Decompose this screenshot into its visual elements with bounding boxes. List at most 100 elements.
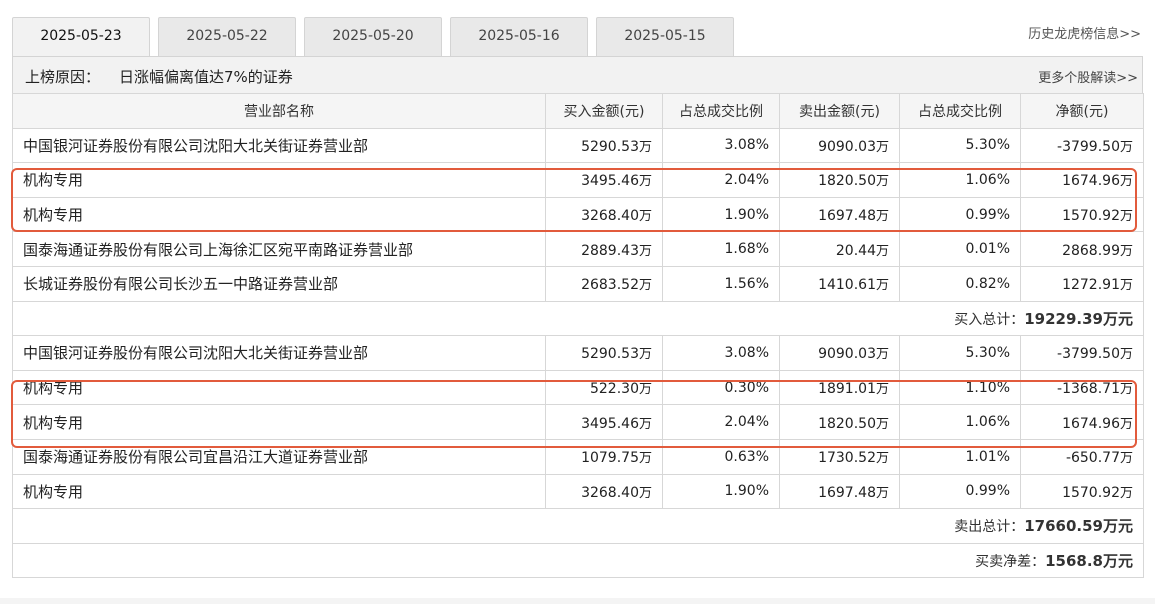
sell-amount-value: 1697.48 — [818, 484, 876, 501]
sell-pct: 0.99% — [899, 473, 1021, 510]
table-row[interactable]: 机构专用 3495.46万 2.04% 1820.50万 1.06% 1674.96万 — [12, 162, 1144, 198]
sell-pct-value: 5.30% — [965, 137, 1010, 154]
sell-pct-value: 1.06% — [965, 414, 1010, 431]
sell-pct-value: 1.01% — [965, 448, 1010, 465]
tab-2025-05-15[interactable]: 2025-05-15 — [596, 17, 734, 56]
buy-amount-value: 3268.40 — [581, 208, 639, 225]
broker-name-value: 机构专用 — [23, 482, 84, 501]
broker-name: 中国银河证券股份有限公司沈阳大北关街证券营业部 — [12, 335, 546, 371]
table-row[interactable]: 中国银河证券股份有限公司沈阳大北关街证券营业部 5290.53万 3.08% 9090… — [12, 335, 1144, 371]
buy-amount-value: 522.30 — [589, 381, 639, 398]
net-amount: 1674.96万 — [1020, 162, 1144, 198]
col-header-sell: 卖出金额(元) — [779, 93, 900, 129]
net-amount-value: -1368.71 — [1057, 381, 1120, 398]
sell-total-row-value: 17660.59 — [1024, 517, 1103, 536]
buy-amount-value: 3495.46 — [581, 415, 639, 432]
buy-total-row-value: 19229.39 — [1024, 309, 1103, 328]
history-link[interactable]: 历史龙虎榜信息>> — [1028, 23, 1141, 42]
net-amount-unit: 万 — [1119, 485, 1133, 501]
tab-2025-05-20[interactable]: 2025-05-20 — [304, 17, 442, 56]
buy-amount: 2683.52万 — [545, 265, 663, 302]
buy-amount-unit: 万 — [638, 382, 652, 398]
net-amount: 1570.92万 — [1020, 196, 1144, 233]
table-header: 营业部名称 买入金额(元) 占总成交比例 卖出金额(元) 占总成交比例 净额(元… — [12, 93, 1144, 129]
tab-2025-05-16[interactable]: 2025-05-16 — [450, 17, 588, 56]
col-header-sell-pct: 占总成交比例 — [899, 93, 1021, 129]
broker-name: 国泰海通证券股份有限公司宜昌沿江大道证券营业部 — [12, 438, 546, 475]
net-total-row-value: 1568.8 — [1045, 552, 1103, 571]
table-row[interactable]: 长城证券股份有限公司长沙五一中路证券营业部 2683.52万 1.56% 1410.6… — [12, 265, 1144, 302]
sell-amount-value: 1697.48 — [818, 208, 876, 225]
table-row[interactable]: 中国银河证券股份有限公司沈阳大北关街证券营业部 5290.53万 3.08% 9090… — [12, 127, 1144, 164]
sell-total-row: 卖出总计：17660.59万元 — [12, 508, 1144, 544]
buy-amount-unit: 万 — [638, 451, 652, 467]
net-amount-unit: 万 — [1119, 382, 1133, 398]
sell-pct: 0.01% — [899, 231, 1021, 267]
sell-pct-value: 1.10% — [965, 379, 1010, 396]
reason-bar: 上榜原因： 日涨幅偏离值达7%的证券 更多个股解读>> — [12, 57, 1143, 93]
table-row[interactable]: 机构专用 522.30万 0.30% 1891.01万 1.10% -1368.71万 — [12, 369, 1144, 406]
buy-amount-unit: 万 — [638, 209, 652, 225]
sell-amount-unit: 万 — [875, 347, 889, 363]
net-amount-value: 2868.99 — [1062, 242, 1120, 259]
table-row[interactable]: 国泰海通证券股份有限公司上海徐汇区宛平南路证券营业部 2889.43万 1.68% 2… — [12, 231, 1144, 267]
sell-pct-value: 0.01% — [965, 241, 1010, 258]
buy-amount: 1079.75万 — [545, 438, 663, 475]
buy-amount-value: 3495.46 — [581, 173, 639, 190]
sell-amount-unit: 万 — [875, 382, 889, 398]
buy-pct: 2.04% — [662, 404, 780, 440]
tab-2025-05-23[interactable]: 2025-05-23 — [12, 17, 150, 57]
buy-amount-value: 3268.40 — [581, 484, 639, 501]
sell-amount: 1891.01万 — [779, 369, 900, 406]
buy-amount: 2889.43万 — [545, 231, 663, 267]
net-amount: -1368.71万 — [1020, 369, 1144, 406]
net-amount: -3799.50万 — [1020, 335, 1144, 371]
buy-amount-unit: 万 — [638, 347, 652, 363]
sell-pct-value: 0.99% — [965, 483, 1010, 500]
buy-amount: 5290.53万 — [545, 127, 663, 164]
sell-amount-unit: 万 — [875, 451, 889, 467]
sell-amount-value: 9090.03 — [818, 138, 876, 155]
sell-pct: 1.01% — [899, 438, 1021, 475]
sell-amount: 1697.48万 — [779, 473, 900, 510]
tab-2025-05-22[interactable]: 2025-05-22 — [158, 17, 296, 56]
table-row[interactable]: 国泰海通证券股份有限公司宜昌沿江大道证券营业部 1079.75万 0.63% 1730… — [12, 438, 1144, 475]
broker-name-value: 长城证券股份有限公司长沙五一中路证券营业部 — [23, 275, 339, 294]
table-row[interactable]: 机构专用 3268.40万 1.90% 1697.48万 0.99% 1570.92万 — [12, 473, 1144, 510]
net-amount-unit: 万 — [1119, 278, 1133, 294]
broker-name-value: 中国银河证券股份有限公司沈阳大北关街证券营业部 — [23, 344, 369, 363]
buy-amount: 3268.40万 — [545, 196, 663, 233]
sell-pct: 5.30% — [899, 127, 1021, 164]
buy-pct: 0.63% — [662, 438, 780, 475]
col-header-name: 营业部名称 — [12, 93, 546, 129]
reason-text: 日涨幅偏离值达7%的证券 — [119, 68, 293, 86]
sell-pct: 5.30% — [899, 335, 1021, 371]
buy-amount-value: 5290.53 — [581, 346, 639, 363]
buy-amount-unit: 万 — [638, 174, 652, 190]
sell-amount: 1410.61万 — [779, 265, 900, 302]
net-amount: 1570.92万 — [1020, 473, 1144, 510]
buy-amount: 3495.46万 — [545, 162, 663, 198]
buy-pct: 3.08% — [662, 335, 780, 371]
net-amount-value: 1570.92 — [1062, 484, 1120, 501]
buy-pct: 3.08% — [662, 127, 780, 164]
sell-amount-unit: 万 — [875, 174, 889, 190]
sell-pct: 0.99% — [899, 196, 1021, 233]
sell-amount: 9090.03万 — [779, 335, 900, 371]
buy-total-row-unit: 万元 — [1102, 309, 1133, 328]
buy-amount-unit: 万 — [638, 139, 652, 155]
table-row[interactable]: 机构专用 3268.40万 1.90% 1697.48万 0.99% 1570.92万 — [12, 196, 1144, 233]
sell-amount-value: 1820.50 — [818, 415, 876, 432]
buy-pct-value: 3.08% — [724, 344, 769, 361]
more-analysis-link[interactable]: 更多个股解读>> — [1038, 67, 1138, 86]
buy-amount: 3268.40万 — [545, 473, 663, 510]
broker-name-value: 国泰海通证券股份有限公司上海徐汇区宛平南路证券营业部 — [23, 240, 414, 259]
net-amount: 1272.91万 — [1020, 265, 1144, 302]
net-amount-value: 1272.91 — [1062, 277, 1120, 294]
table-row[interactable]: 机构专用 3495.46万 2.04% 1820.50万 1.06% 1674.96万 — [12, 404, 1144, 440]
buy-pct-value: 1.56% — [724, 275, 769, 292]
sell-pct-value: 0.82% — [965, 275, 1010, 292]
reason-label: 上榜原因： — [25, 68, 101, 86]
sell-pct: 0.82% — [899, 265, 1021, 302]
buy-amount: 522.30万 — [545, 369, 663, 406]
